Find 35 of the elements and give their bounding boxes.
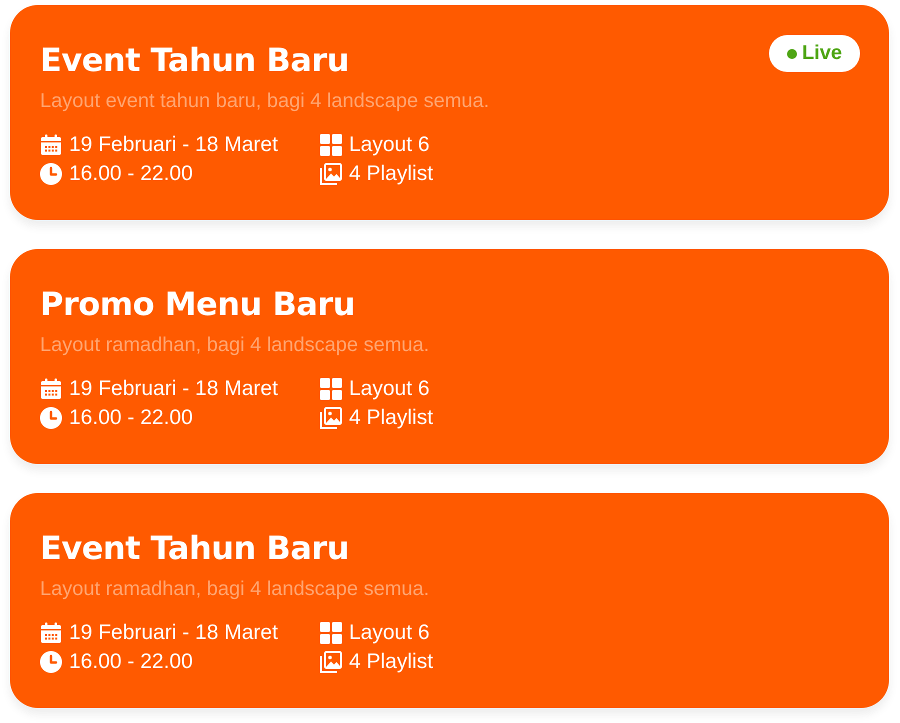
layout-label: Layout 6 bbox=[349, 376, 430, 400]
event-title: Event Tahun Baru bbox=[40, 40, 349, 81]
calendar-icon bbox=[40, 622, 62, 644]
event-title: Promo Menu Baru bbox=[40, 284, 355, 325]
playlist-count: 4 Playlist bbox=[349, 406, 434, 430]
time-range: 16.00 - 22.00 bbox=[69, 650, 193, 674]
date-range: 19 Februari - 18 Maret bbox=[69, 376, 278, 400]
playlist-count: 4 Playlist bbox=[349, 650, 434, 674]
layout-label: Layout 6 bbox=[349, 132, 430, 156]
playlist-count: 4 Playlist bbox=[349, 162, 434, 186]
time-range: 16.00 - 22.00 bbox=[69, 162, 193, 186]
calendar-icon bbox=[40, 134, 62, 156]
live-label: Live bbox=[802, 42, 842, 65]
event-description: Layout ramadhan, bagi 4 landscape semua. bbox=[40, 577, 430, 602]
event-description: Layout event tahun baru, bagi 4 landscape semua. bbox=[40, 89, 490, 114]
images-icon bbox=[320, 162, 342, 184]
grid-icon bbox=[320, 622, 342, 644]
time-range: 16.00 - 22.00 bbox=[69, 406, 193, 430]
date-range: 19 Februari - 18 Maret bbox=[69, 620, 278, 644]
event-card[interactable]: Event Tahun Baru Layout event tahun baru, bagi 4 landscape semua. 19 Februari - 18 Maret Layout 6 16.00 - 22.00 4 Playlist Live bbox=[10, 5, 889, 220]
images-icon bbox=[320, 650, 342, 672]
event-description: Layout ramadhan, bagi 4 landscape semua. bbox=[40, 333, 430, 358]
grid-icon bbox=[320, 378, 342, 400]
status-dot-icon bbox=[786, 48, 797, 58]
event-card[interactable]: Promo Menu Baru Layout ramadhan, bagi 4 landscape semua. 19 Februari - 18 Maret Layout 6 16.00 - 22.00 4 Playlist bbox=[10, 249, 889, 464]
images-icon bbox=[320, 406, 342, 428]
grid-icon bbox=[320, 134, 342, 156]
layout-label: Layout 6 bbox=[349, 620, 430, 644]
date-range: 19 Februari - 18 Maret bbox=[69, 132, 278, 156]
clock-icon bbox=[40, 162, 62, 184]
clock-icon bbox=[40, 406, 62, 428]
event-title: Event Tahun Baru bbox=[40, 528, 349, 569]
calendar-icon bbox=[40, 378, 62, 400]
event-card[interactable]: Event Tahun Baru Layout ramadhan, bagi 4 landscape semua. 19 Februari - 18 Maret Layout 6 16.00 - 22.00 4 Playlist bbox=[10, 493, 889, 708]
clock-icon bbox=[40, 650, 62, 672]
